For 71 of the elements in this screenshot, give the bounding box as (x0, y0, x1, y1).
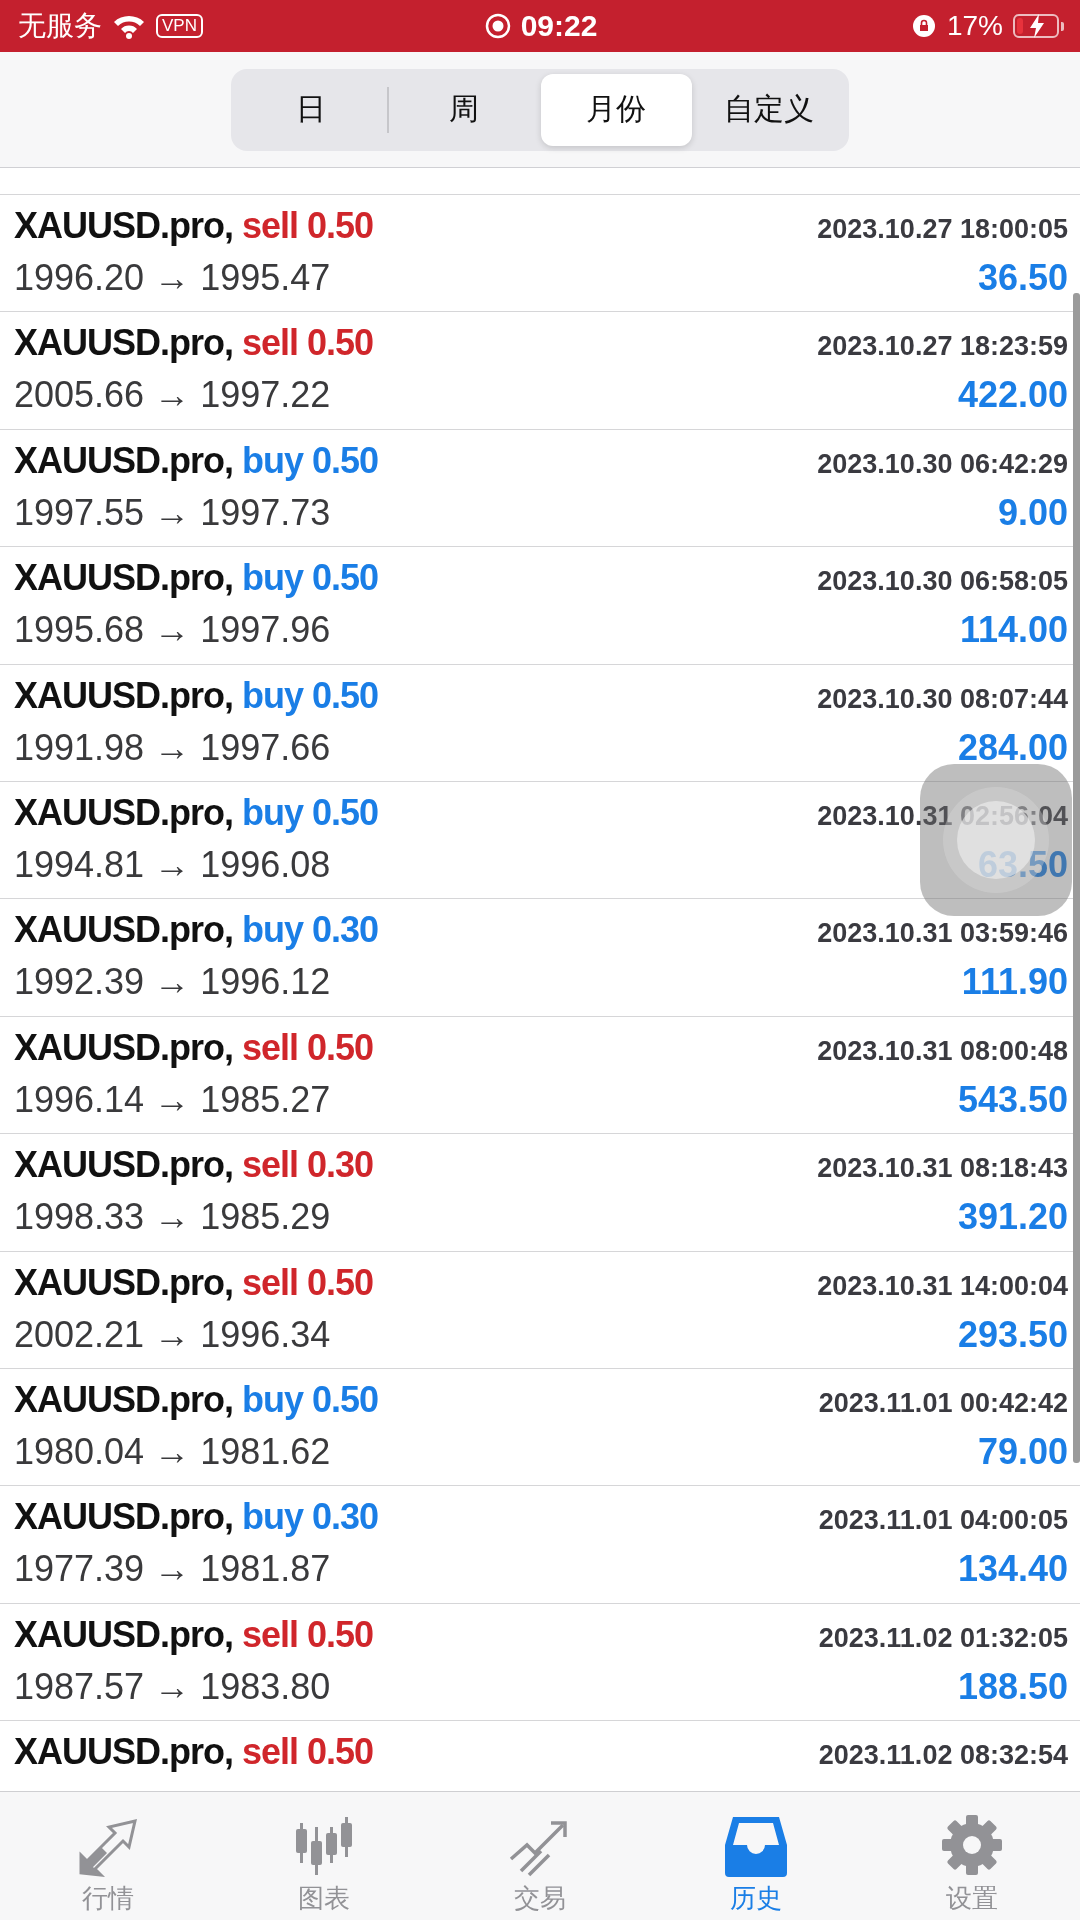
deal-time: 2023.10.31 08:00:48 (817, 1035, 1068, 1067)
deal-prices: 2005.66 → 1997.22 (14, 374, 331, 417)
deal-profit: 422.00 (957, 374, 1068, 417)
deal-prices: 1998.33 → 1985.29 (14, 1196, 331, 1239)
deal-profit: 284.00 (957, 726, 1068, 769)
deal-title: XAUUSD.pro, buy 0.50 (14, 1378, 379, 1421)
deal-prices: 1991.98 → 1997.66 (14, 726, 331, 769)
deal-time: 2023.11.01 04:00:05 (818, 1505, 1068, 1537)
battery-icon (1013, 14, 1064, 38)
deal-profit: 111.90 (961, 961, 1068, 1004)
deal-time: 2023.10.31 08:18:43 (817, 1153, 1068, 1185)
record-icon (484, 13, 511, 39)
deal-profit: 391.20 (957, 1196, 1068, 1239)
deal-profit: 114.00 (959, 609, 1068, 652)
tab-bar-item[interactable]: 历史 (648, 1792, 864, 1920)
period-tab[interactable]: 日 (236, 73, 387, 146)
deal-prices: 1977.39 → 1981.87 (14, 1548, 331, 1591)
deal-title: XAUUSD.pro, buy 0.50 (14, 791, 379, 834)
tab-bar-item[interactable]: 行情 (0, 1792, 216, 1920)
vpn-badge: VPN (156, 14, 203, 38)
deal-time: 2023.10.27 18:23:59 (817, 331, 1068, 363)
deal-title: XAUUSD.pro, buy 0.50 (14, 674, 379, 717)
deal-prices: 1992.39 → 1996.12 (14, 961, 331, 1004)
deal-time: 2023.10.31 14:00:04 (817, 1270, 1068, 1302)
deal-prices: 1996.14 → 1985.27 (14, 1078, 331, 1121)
deal-time: 2023.11.01 00:42:42 (818, 1387, 1068, 1419)
tab-bar-item[interactable]: 设置 (864, 1792, 1080, 1920)
deal-profit: 543.50 (957, 1078, 1068, 1121)
deal-prices: 1994.81 → 1996.08 (14, 843, 331, 886)
deal-title: XAUUSD.pro, sell 0.50 (14, 205, 374, 247)
deal-prices: 1995.68 → 1997.96 (14, 609, 331, 652)
deal-title: XAUUSD.pro, buy 0.50 (14, 557, 379, 600)
deal-title: XAUUSD.pro, buy 0.50 (14, 439, 379, 482)
deal-time: 2023.10.30 08:07:44 (817, 683, 1068, 715)
tab-bar-item[interactable]: 图表 (216, 1792, 432, 1920)
wifi-icon (112, 13, 146, 39)
deal-title: XAUUSD.pro, sell 0.50 (14, 1613, 374, 1656)
deal-profit: 293.50 (957, 1313, 1068, 1356)
deal-profit: 9.00 (997, 491, 1068, 534)
deal-title: XAUUSD.pro, buy 0.30 (14, 1496, 379, 1539)
period-tab[interactable]: 周 (388, 73, 539, 146)
deal-profit: 188.50 (957, 1665, 1068, 1708)
battery-percent: 17% (946, 10, 1003, 42)
deal-time: 2023.10.31 03:59:46 (817, 918, 1068, 950)
deal-time: 2023.11.02 01:32:05 (818, 1622, 1068, 1654)
deal-time: 2023.10.30 06:58:05 (817, 566, 1068, 598)
clock-text: 09:22 (520, 9, 598, 43)
deal-title: XAUUSD.pro, sell 0.50 (14, 1026, 374, 1069)
period-tab[interactable]: 月份 (541, 73, 692, 146)
deal-prices: 1996.20 → 1995.47 (14, 257, 331, 299)
deal-time: 2023.11.02 08:32:54 (818, 1740, 1068, 1772)
period-tab[interactable]: 自定义 (693, 73, 844, 146)
deal-title: XAUUSD.pro, sell 0.50 (14, 322, 374, 365)
deal-prices: 1980.04 → 1981.62 (14, 1430, 331, 1473)
deal-prices: 2002.21 → 1996.34 (14, 1313, 331, 1356)
deal-profit: 79.00 (977, 1430, 1068, 1473)
deal-time: 2023.10.30 06:42:29 (817, 448, 1068, 480)
settings-icon (940, 1813, 1004, 1877)
rotation-lock-icon (910, 13, 937, 39)
inbox-icon (723, 1815, 789, 1877)
deal-profit: 36.50 (977, 257, 1068, 299)
deal-title: XAUUSD.pro, sell 0.50 (14, 1731, 374, 1774)
deal-profit: 134.40 (957, 1548, 1068, 1591)
deal-prices: 1997.55 → 1997.73 (14, 491, 331, 534)
deal-time: 2023.10.27 18:00:05 (817, 214, 1068, 245)
deal-title: XAUUSD.pro, sell 0.30 (14, 1144, 374, 1187)
carrier-text: 无服务 (18, 9, 102, 43)
deal-title: XAUUSD.pro, sell 0.50 (14, 1261, 374, 1304)
deal-prices: 1987.57 → 1983.80 (14, 1665, 331, 1708)
tab-bar-item[interactable]: 交易 (432, 1792, 648, 1920)
deal-title: XAUUSD.pro, buy 0.30 (14, 909, 379, 952)
